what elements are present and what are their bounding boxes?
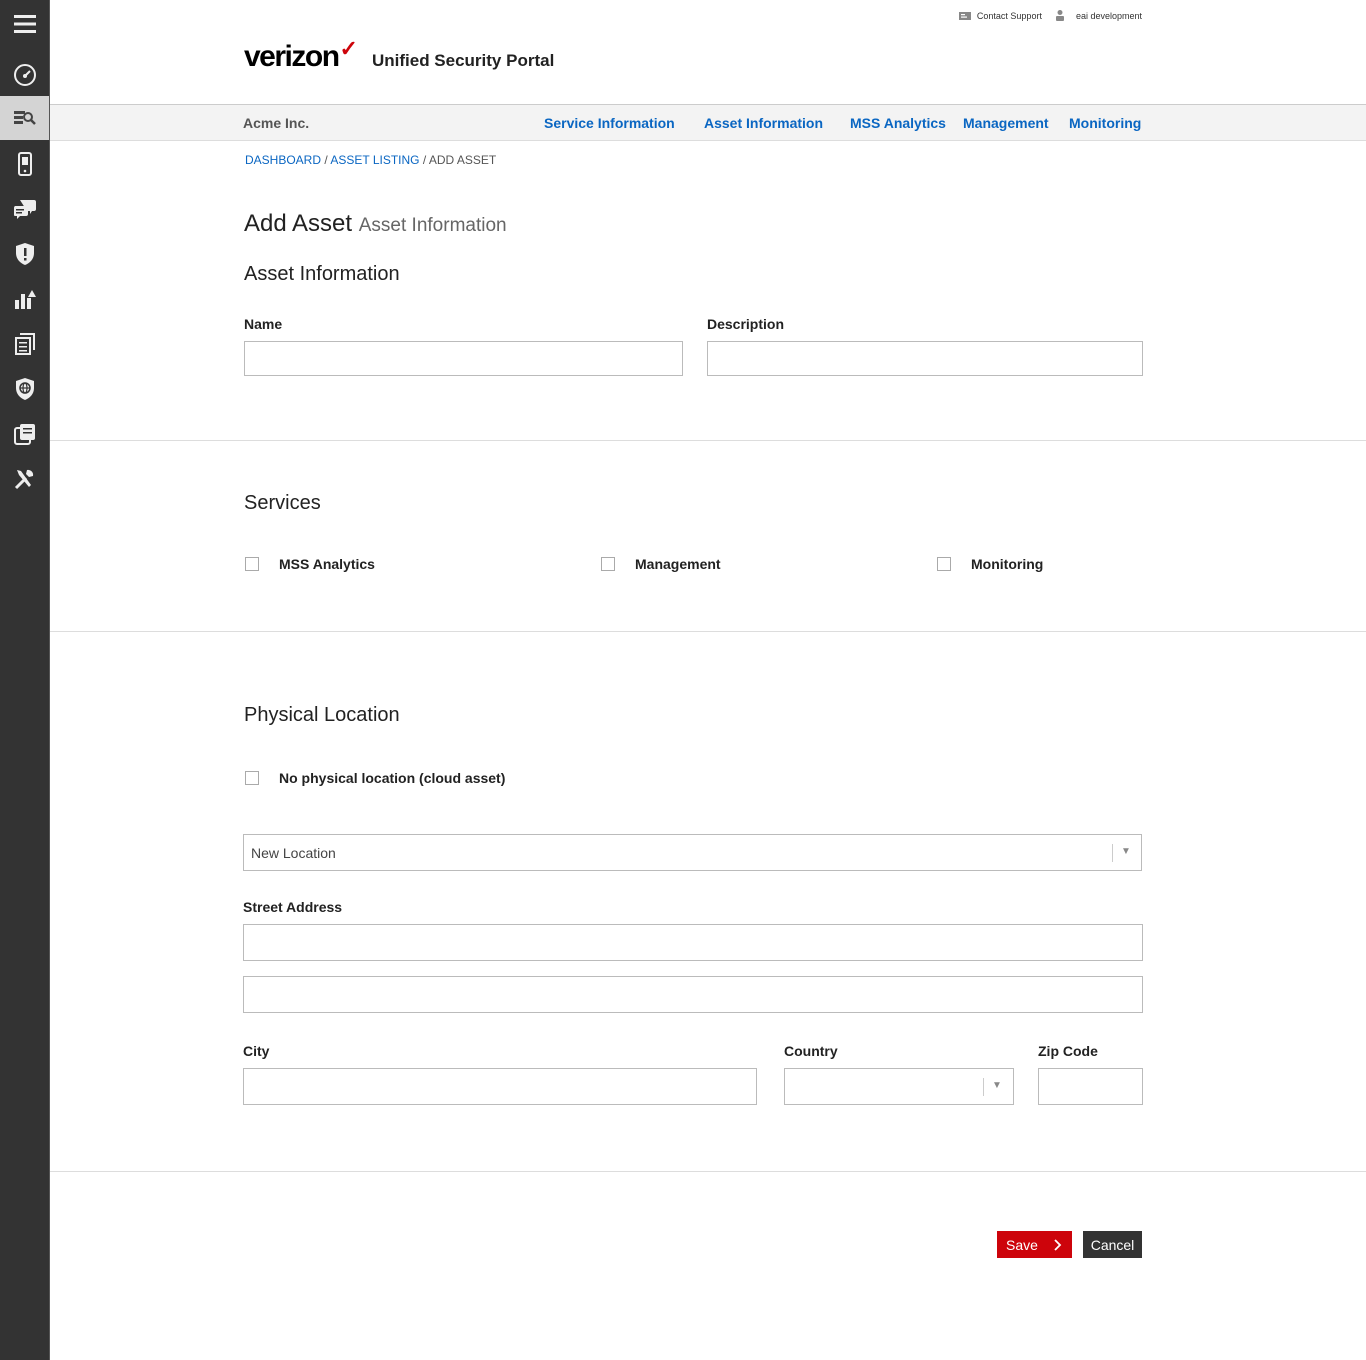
management-label: Management <box>635 556 721 572</box>
description-label: Description <box>707 316 785 332</box>
section-divider <box>50 1171 1366 1172</box>
chevron-right-icon <box>1054 1238 1062 1251</box>
asset-search-icon[interactable] <box>0 96 49 140</box>
zip-code-label: Zip Code <box>1038 1043 1098 1059</box>
checkmark-icon: ✓ <box>339 36 358 61</box>
nav-monitoring[interactable]: Monitoring <box>1069 115 1141 131</box>
cloud-asset-label: No physical location (cloud asset) <box>279 770 506 786</box>
mobile-device-icon[interactable] <box>0 142 49 186</box>
mss-analytics-checkbox[interactable] <box>245 557 259 571</box>
breadcrumb-current: ADD ASSET <box>428 153 497 167</box>
cancel-button[interactable]: Cancel <box>1083 1231 1142 1258</box>
save-label: Save <box>1006 1236 1038 1253</box>
street-address-line1-input[interactable] <box>243 924 1143 961</box>
description-input[interactable] <box>707 341 1143 376</box>
user-menu-link[interactable]: eai development <box>1055 10 1142 21</box>
page-title-sub: Asset Information <box>358 215 507 236</box>
section-divider <box>50 631 1366 632</box>
section-divider <box>50 440 1366 441</box>
country-select[interactable]: ▼ <box>784 1068 1014 1105</box>
dashboard-gauge-icon[interactable] <box>0 53 49 97</box>
select-separator <box>983 1078 984 1096</box>
cancel-label: Cancel <box>1090 1236 1135 1253</box>
globe-shield-icon[interactable] <box>0 367 49 411</box>
management-checkbox[interactable] <box>601 557 615 571</box>
breadcrumb-asset-listing[interactable]: ASSET LISTING <box>330 153 419 167</box>
asset-information-heading: Asset Information <box>244 263 400 285</box>
monitoring-checkbox[interactable] <box>937 557 951 571</box>
country-label: Country <box>784 1043 838 1059</box>
contact-support-label: Contact Support <box>976 10 1042 21</box>
chevron-down-icon: ▼ <box>1121 846 1131 857</box>
analytics-chart-icon[interactable] <box>0 277 49 321</box>
breadcrumb-separator: / <box>422 153 427 167</box>
mss-analytics-label: MSS Analytics <box>279 556 375 572</box>
breadcrumb-separator: / <box>324 153 328 167</box>
nav-asset-information[interactable]: Asset Information <box>704 115 823 131</box>
monitoring-label: Monitoring <box>971 556 1044 572</box>
location-select[interactable]: New Location ▼ <box>243 834 1142 871</box>
nav-service-information[interactable]: Service Information <box>544 115 675 131</box>
physical-location-heading: Physical Location <box>244 704 400 726</box>
user-icon <box>1055 10 1064 21</box>
chat-icon[interactable] <box>0 187 49 231</box>
street-address-line2-input[interactable] <box>243 976 1143 1013</box>
nav-mss-analytics[interactable]: MSS Analytics <box>850 115 946 131</box>
company-name: Acme Inc. <box>243 115 310 131</box>
page-title-main: Add Asset <box>244 210 353 237</box>
documents-icon[interactable] <box>0 322 49 366</box>
support-card-icon <box>958 11 971 20</box>
hamburger-menu-icon[interactable] <box>0 2 49 46</box>
chevron-down-icon: ▼ <box>992 1080 1002 1091</box>
name-input[interactable] <box>244 341 683 376</box>
tools-icon[interactable] <box>0 457 49 501</box>
name-label: Name <box>244 316 283 332</box>
brand-wordmark: verizon <box>244 40 340 73</box>
street-address-label: Street Address <box>243 899 343 915</box>
breadcrumb-dashboard[interactable]: DASHBOARD <box>245 153 321 167</box>
services-heading: Services <box>244 492 321 514</box>
verizon-logo[interactable]: verizon ✓ Unified Security Portal <box>244 36 555 74</box>
page-title: Add Asset Asset Information <box>244 210 507 238</box>
user-name: eai development <box>1075 10 1142 21</box>
contact-support-link[interactable]: Contact Support <box>958 10 1042 21</box>
city-input[interactable] <box>243 1068 757 1105</box>
nav-management[interactable]: Management <box>963 115 1049 131</box>
portal-title: Unified Security Portal <box>371 51 555 70</box>
top-utility-links: Contact Support eai development <box>958 10 1142 21</box>
save-button[interactable]: Save <box>997 1231 1072 1258</box>
breadcrumb: DASHBOARD / ASSET LISTING / ADD ASSET <box>245 153 496 167</box>
city-label: City <box>243 1043 270 1059</box>
main-navbar: Acme Inc. Service Information Asset Info… <box>50 104 1366 141</box>
location-select-value: New Location <box>251 845 336 861</box>
cloud-asset-checkbox[interactable] <box>245 771 259 785</box>
reports-icon[interactable] <box>0 412 49 456</box>
sidebar <box>0 0 50 1360</box>
shield-alert-icon[interactable] <box>0 232 49 276</box>
select-separator <box>1112 844 1113 862</box>
zip-code-input[interactable] <box>1038 1068 1143 1105</box>
